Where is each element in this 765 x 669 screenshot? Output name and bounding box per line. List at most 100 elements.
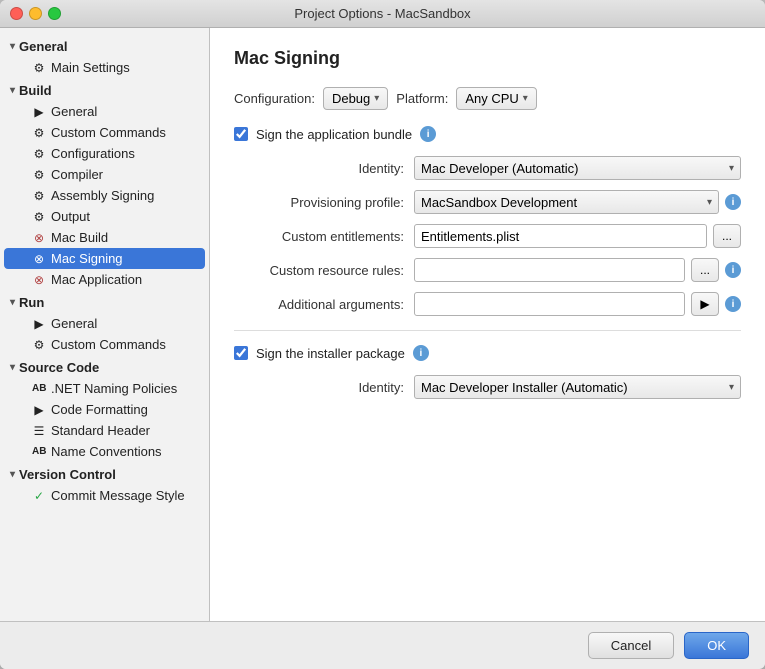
sidebar-item-code-formatting[interactable]: ▶ Code Formatting <box>4 399 205 420</box>
sidebar-group-version-control[interactable]: ▾ Version Control <box>0 464 209 485</box>
installer-identity-value: Mac Developer Installer (Automatic) <box>421 380 628 395</box>
cross-circle-icon: ⊗ <box>32 252 46 266</box>
platform-label: Platform: <box>396 91 448 106</box>
cancel-button[interactable]: Cancel <box>588 632 674 659</box>
identity-dropdown[interactable]: Mac Developer (Automatic) ▾ <box>414 156 741 180</box>
gear-icon: ⚙ <box>32 147 46 161</box>
sidebar-item-label: Mac Application <box>51 272 142 287</box>
sign-bundle-checkbox[interactable] <box>234 127 248 141</box>
sidebar-item-main-settings[interactable]: ⚙ Main Settings <box>4 57 205 78</box>
sidebar-section-source-code: ▾ Source Code AB .NET Naming Policies ▶ … <box>0 357 209 462</box>
sidebar-item-output[interactable]: ⚙ Output <box>4 206 205 227</box>
identity-value: Mac Developer (Automatic) <box>421 161 579 176</box>
sidebar-item-mac-signing[interactable]: ⊗ Mac Signing <box>4 248 205 269</box>
ab-icon: AB <box>32 383 46 394</box>
gear-icon: ⚙ <box>32 61 46 75</box>
sign-bundle-info-icon[interactable]: i <box>420 126 436 142</box>
arrow-icon: ▾ <box>10 362 15 373</box>
ok-button[interactable]: OK <box>684 632 749 659</box>
arrow-icon: ▶ <box>32 105 46 119</box>
sidebar: ▾ General ⚙ Main Settings ▾ Build <box>0 28 210 621</box>
chevron-down-icon: ▾ <box>707 197 712 208</box>
sidebar-group-version-control-label: Version Control <box>19 467 116 482</box>
sidebar-group-general-label: General <box>19 39 67 54</box>
sidebar-item-mac-application[interactable]: ⊗ Mac Application <box>4 269 205 290</box>
identity-label: Identity: <box>234 161 414 176</box>
resource-rules-browse-button[interactable]: ... <box>691 258 719 282</box>
resource-rules-info-icon[interactable]: i <box>725 262 741 278</box>
additional-args-run-button[interactable]: ▶ <box>691 292 719 316</box>
sidebar-item-label: Mac Build <box>51 230 108 245</box>
arrow-icon: ▾ <box>10 469 15 480</box>
arrow-icon: ▾ <box>10 297 15 308</box>
additional-args-label: Additional arguments: <box>234 297 414 312</box>
sidebar-group-general[interactable]: ▾ General <box>0 36 209 57</box>
configuration-label: Configuration: <box>234 91 315 106</box>
sidebar-item-label: General <box>51 316 97 331</box>
sidebar-item-custom-commands[interactable]: ⚙ Custom Commands <box>4 122 205 143</box>
configuration-dropdown[interactable]: Debug ▾ <box>323 87 388 110</box>
provisioning-info-icon[interactable]: i <box>725 194 741 210</box>
sidebar-item-standard-header[interactable]: ☰ Standard Header <box>4 420 205 441</box>
resource-rules-row: Custom resource rules: ... i <box>234 258 741 282</box>
identity-input-group: Mac Developer (Automatic) ▾ <box>414 156 741 180</box>
sidebar-item-net-naming[interactable]: AB .NET Naming Policies <box>4 378 205 399</box>
sidebar-item-label: Commit Message Style <box>51 488 185 503</box>
sidebar-group-build[interactable]: ▾ Build <box>0 80 209 101</box>
arrow-icon: ▶ <box>32 403 46 417</box>
identity-row: Identity: Mac Developer (Automatic) ▾ <box>234 156 741 180</box>
sidebar-item-configurations[interactable]: ⚙ Configurations <box>4 143 205 164</box>
sidebar-group-build-label: Build <box>19 83 52 98</box>
sidebar-item-run-custom-commands[interactable]: ⚙ Custom Commands <box>4 334 205 355</box>
minimize-button[interactable] <box>29 7 42 20</box>
sidebar-item-name-conventions[interactable]: AB Name Conventions <box>4 441 205 462</box>
entitlements-browse-button[interactable]: ... <box>713 224 741 248</box>
installer-identity-row: Identity: Mac Developer Installer (Autom… <box>234 375 741 399</box>
arrow-icon: ▾ <box>10 41 15 52</box>
sign-bundle-label: Sign the application bundle <box>256 127 412 142</box>
provisioning-label: Provisioning profile: <box>234 195 414 210</box>
sidebar-item-mac-build[interactable]: ⊗ Mac Build <box>4 227 205 248</box>
chevron-down-icon: ▾ <box>729 382 734 393</box>
close-button[interactable] <box>10 7 23 20</box>
configuration-value: Debug <box>332 91 370 106</box>
additional-args-info-icon[interactable]: i <box>725 296 741 312</box>
sidebar-section-general: ▾ General ⚙ Main Settings <box>0 36 209 78</box>
sidebar-item-assembly-signing[interactable]: ⚙ Assembly Signing <box>4 185 205 206</box>
platform-dropdown[interactable]: Any CPU ▾ <box>456 87 537 110</box>
sidebar-item-label: Mac Signing <box>51 251 123 266</box>
sidebar-group-run[interactable]: ▾ Run <box>0 292 209 313</box>
resource-rules-input[interactable] <box>414 258 685 282</box>
sidebar-item-label: General <box>51 104 97 119</box>
sidebar-item-compiler[interactable]: ⚙ Compiler <box>4 164 205 185</box>
sign-installer-checkbox[interactable] <box>234 346 248 360</box>
provisioning-input-group: MacSandbox Development ▾ i <box>414 190 741 214</box>
additional-args-input[interactable] <box>414 292 685 316</box>
provisioning-row: Provisioning profile: MacSandbox Develop… <box>234 190 741 214</box>
entitlements-input[interactable] <box>414 224 707 248</box>
sidebar-item-label: Custom Commands <box>51 337 166 352</box>
sidebar-section-run: ▾ Run ▶ General ⚙ Custom Commands <box>0 292 209 355</box>
sidebar-item-build-general[interactable]: ▶ General <box>4 101 205 122</box>
page-title: Mac Signing <box>234 48 741 69</box>
gear-icon: ⚙ <box>32 126 46 140</box>
sidebar-item-run-general[interactable]: ▶ General <box>4 313 205 334</box>
arrow-icon: ▶ <box>32 317 46 331</box>
sidebar-item-commit-message[interactable]: ✓ Commit Message Style <box>4 485 205 506</box>
provisioning-dropdown[interactable]: MacSandbox Development ▾ <box>414 190 719 214</box>
cross-circle-icon: ⊗ <box>32 231 46 245</box>
traffic-lights <box>10 7 61 20</box>
gear-icon: ⚙ <box>32 168 46 182</box>
maximize-button[interactable] <box>48 7 61 20</box>
check-icon: ✓ <box>32 489 46 503</box>
gear-icon: ⚙ <box>32 189 46 203</box>
sidebar-group-run-label: Run <box>19 295 44 310</box>
sidebar-item-label: .NET Naming Policies <box>51 381 177 396</box>
installer-identity-dropdown[interactable]: Mac Developer Installer (Automatic) ▾ <box>414 375 741 399</box>
sign-installer-info-icon[interactable]: i <box>413 345 429 361</box>
sidebar-item-label: Name Conventions <box>51 444 162 459</box>
footer: Cancel OK <box>0 621 765 669</box>
chevron-down-icon: ▾ <box>729 163 734 174</box>
sidebar-group-source-code[interactable]: ▾ Source Code <box>0 357 209 378</box>
configuration-row: Configuration: Debug ▾ Platform: Any CPU… <box>234 87 741 110</box>
